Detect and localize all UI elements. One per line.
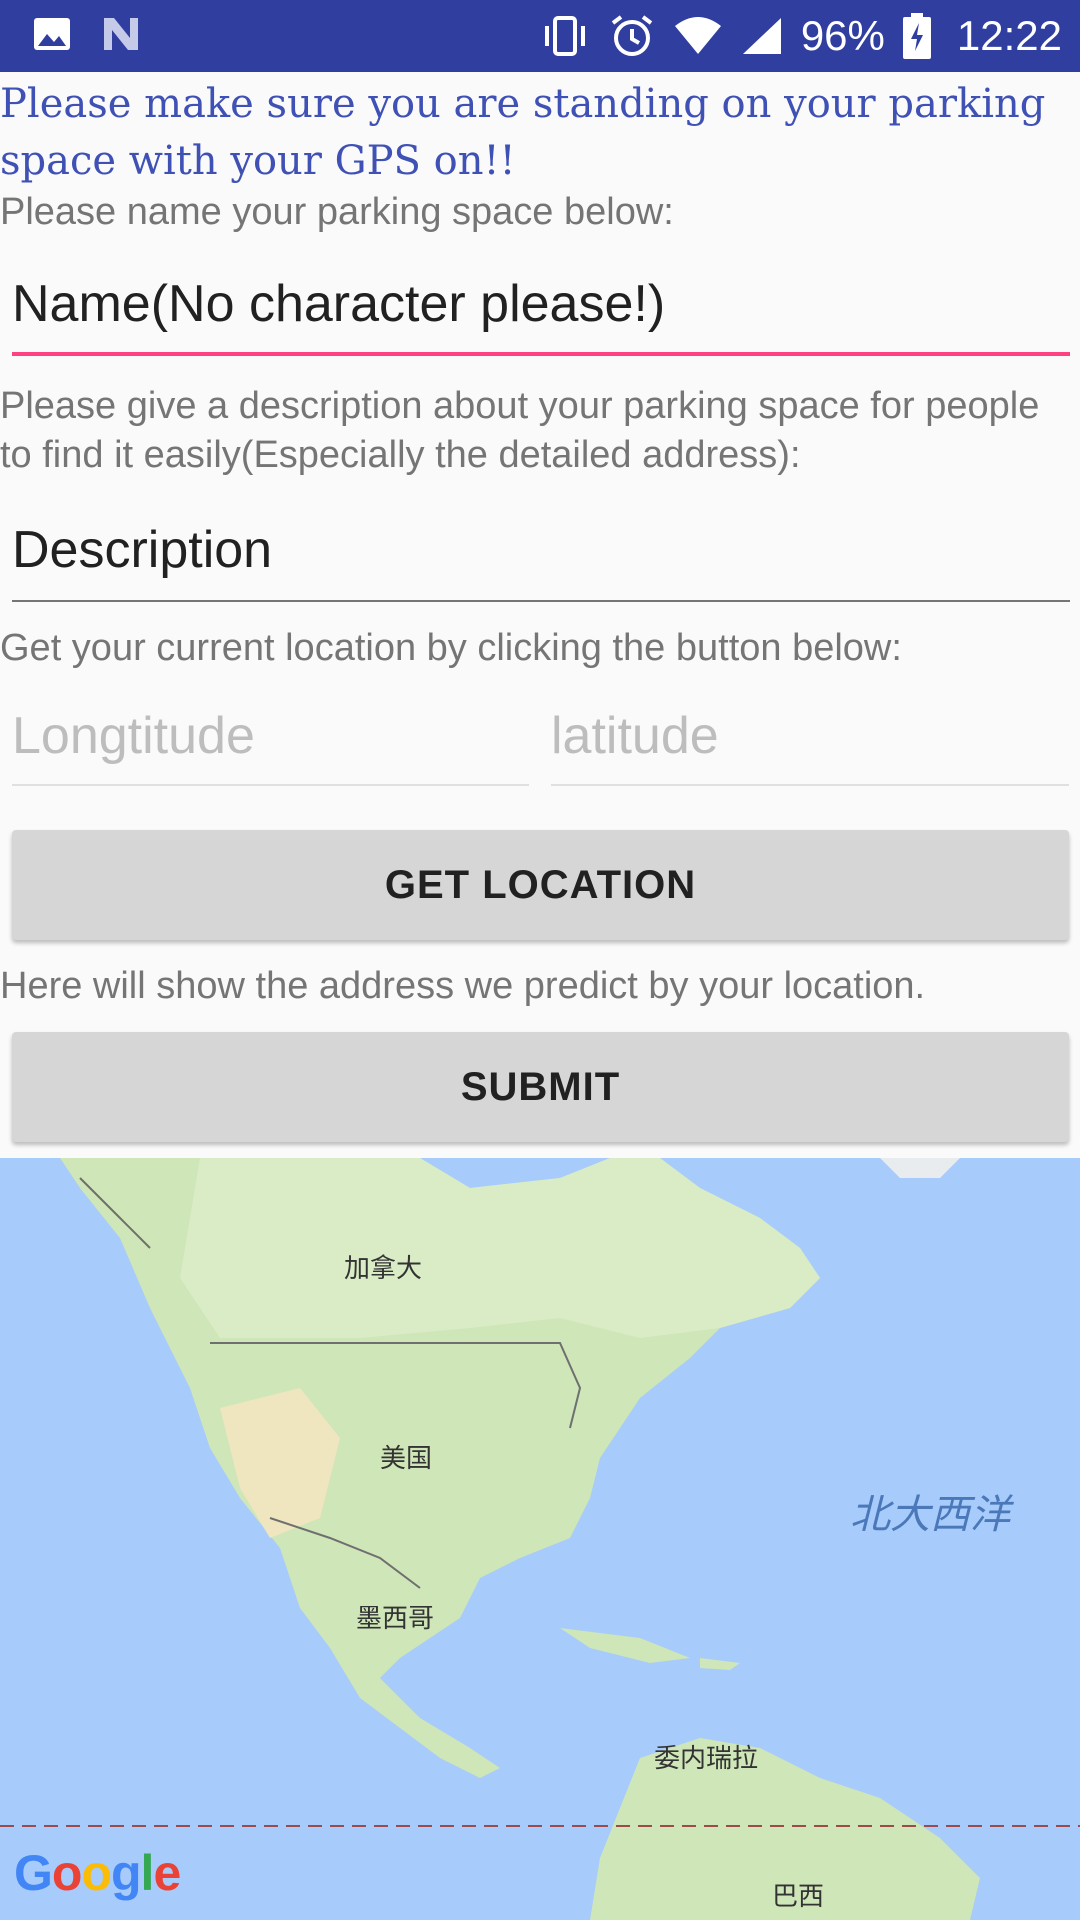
signal-icon xyxy=(742,18,781,54)
longitude-underline xyxy=(12,784,529,786)
status-bar: 96% 12:22 xyxy=(0,0,1080,72)
description-label: Please give a description about your par… xyxy=(0,385,1040,476)
clock: 12:22 xyxy=(956,12,1062,59)
map-label-canada: 加拿大 xyxy=(344,1253,423,1283)
description-input-underline xyxy=(12,600,1070,602)
image-icon xyxy=(34,18,70,50)
map-label-atlantic: 北大西洋 xyxy=(850,1493,1010,1537)
map-label-brazil: 巴西 xyxy=(772,1881,825,1911)
latitude-underline xyxy=(551,784,1069,786)
name-input-value: Name(No character please!) xyxy=(12,275,666,333)
map-label-mexico: 墨西哥 xyxy=(356,1603,435,1633)
google-logo: Google xyxy=(14,1845,181,1901)
notification-icons xyxy=(32,14,142,54)
battery-percent: 96% xyxy=(800,12,885,59)
alarm-icon xyxy=(611,15,653,56)
map-label-venezuela: 委内瑞拉 xyxy=(654,1743,759,1773)
description-input-value: Description xyxy=(12,521,273,579)
gps-warning-text: Please make sure you are standing on you… xyxy=(0,81,1046,184)
predicted-address-text: Here will show the address we predict by… xyxy=(0,965,926,1007)
map-label-usa: 美国 xyxy=(380,1443,433,1473)
map-view[interactable]: 加拿大 美国 墨西哥 委内瑞拉 巴西 北大西洋 Google xyxy=(0,1158,1080,1920)
name-input[interactable]: Name(No character please!) xyxy=(12,266,1070,356)
battery-charging-icon xyxy=(902,13,931,59)
latitude-placeholder: latitude xyxy=(551,707,719,765)
submit-button[interactable]: SUBMIT xyxy=(12,1032,1069,1142)
name-input-underline xyxy=(12,352,1070,356)
system-status: 96% 12:22 xyxy=(539,0,1062,72)
get-location-button[interactable]: GET LOCATION xyxy=(12,830,1069,940)
location-label: Get your current location by clicking th… xyxy=(0,627,902,669)
name-label: Please name your parking space below: xyxy=(0,191,674,233)
longitude-input[interactable]: Longtitude xyxy=(12,700,529,786)
longitude-placeholder: Longtitude xyxy=(12,707,255,765)
description-input[interactable]: Description xyxy=(12,512,1070,602)
n-logo-icon xyxy=(104,18,138,50)
latitude-input[interactable]: latitude xyxy=(551,700,1069,786)
wifi-icon xyxy=(674,17,721,54)
vibrate-icon xyxy=(544,16,585,56)
